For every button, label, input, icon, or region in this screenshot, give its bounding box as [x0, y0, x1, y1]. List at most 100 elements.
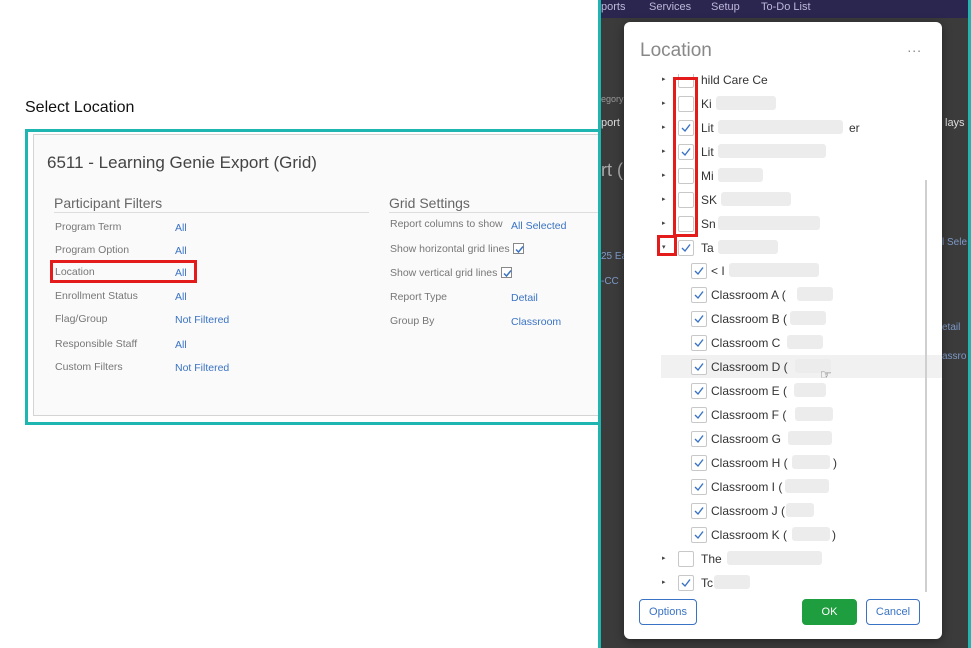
caret-right-icon[interactable]: ▸ — [662, 172, 670, 180]
nav-item-reports: ports — [601, 1, 626, 13]
checkmark-icon — [694, 507, 704, 516]
top-nav-bar: ports Services Setup To-Do List — [601, 0, 968, 18]
bg-fragment: -CC — [601, 276, 619, 287]
tree-child-row[interactable]: Classroom E ( — [624, 379, 926, 402]
caret-right-icon[interactable]: ▸ — [662, 148, 670, 156]
tree-row[interactable]: ▸ Mi — [624, 164, 926, 187]
expand-caret-highlight-box — [657, 235, 677, 256]
redacted-text — [716, 96, 776, 110]
checkmark-icon — [694, 435, 704, 444]
participant-filters-heading: Participant Filters — [54, 195, 163, 211]
filter-value-responsible-staff[interactable]: All — [175, 339, 187, 351]
bg-fragment: etail — [942, 322, 961, 333]
classroom-checkbox[interactable] — [691, 455, 707, 471]
location-checkbox[interactable] — [678, 551, 694, 567]
caret-right-icon[interactable]: ▸ — [662, 196, 670, 204]
tree-child-row[interactable]: Classroom A ( — [624, 283, 926, 306]
caret-right-icon[interactable]: ▸ — [662, 124, 670, 132]
grid-label-group-by: Group By — [390, 315, 435, 327]
classroom-checkbox[interactable] — [691, 311, 707, 327]
tree-child-row[interactable]: Classroom G — [624, 427, 926, 450]
checkmark-icon — [694, 411, 704, 420]
classroom-label: Classroom A ( — [711, 288, 786, 302]
tree-child-row[interactable]: Classroom H ( ) — [624, 451, 926, 474]
grid-value-group-by[interactable]: Classroom — [511, 316, 561, 328]
classroom-checkbox[interactable] — [691, 503, 707, 519]
tree-child-row[interactable]: Classroom C — [624, 331, 926, 354]
redacted-text — [794, 383, 826, 397]
location-label: Ki — [701, 97, 712, 111]
options-button[interactable]: Options — [639, 599, 697, 625]
nav-item-setup: Setup — [711, 1, 740, 13]
filter-value-program-option[interactable]: All — [175, 245, 187, 257]
grid-value-report-columns[interactable]: All Selected — [511, 220, 566, 232]
grid-label-report-columns: Report columns to show — [390, 218, 503, 230]
redacted-text — [718, 216, 820, 230]
tree-row[interactable]: ▸ SK — [624, 188, 926, 211]
filter-label-program-term: Program Term — [55, 221, 122, 233]
bg-fragment: assro — [942, 351, 967, 362]
grid-label-report-type: Report Type — [390, 291, 448, 303]
filter-value-program-term[interactable]: All — [175, 222, 187, 234]
location-label: The — [701, 552, 722, 566]
location-label: Sn — [701, 217, 716, 231]
tree-child-row[interactable]: < I — [624, 259, 926, 282]
caret-right-icon[interactable]: ▸ — [662, 220, 670, 228]
tree-child-row[interactable]: Classroom B ( — [624, 307, 926, 330]
caret-right-icon[interactable]: ▸ — [662, 579, 670, 587]
tree-row[interactable]: ▸ Lit — [624, 140, 926, 163]
classroom-checkbox[interactable] — [691, 383, 707, 399]
classroom-checkbox[interactable] — [691, 527, 707, 543]
horizontal-lines-checkbox[interactable] — [513, 243, 524, 254]
filter-label-responsible-staff: Responsible Staff — [55, 338, 138, 350]
vertical-lines-checkbox[interactable] — [501, 267, 512, 278]
classroom-label: Classroom D ( — [711, 360, 788, 374]
tree-row[interactable]: ▸ Tc — [624, 571, 926, 594]
filter-value-flag-group[interactable]: Not Filtered — [175, 314, 229, 326]
location-label-suffix: er — [849, 121, 860, 135]
tree-child-row[interactable]: Classroom F ( — [624, 403, 926, 426]
redacted-text — [786, 503, 814, 517]
classroom-checkbox[interactable] — [691, 335, 707, 351]
checkmark-icon — [694, 483, 704, 492]
bg-fragment: l Sele — [942, 237, 968, 248]
cancel-button[interactable]: Cancel — [866, 599, 920, 625]
filter-value-enrollment-status[interactable]: All — [175, 291, 187, 303]
location-checkbox[interactable] — [678, 240, 694, 256]
classroom-checkbox[interactable] — [691, 263, 707, 279]
tree-child-row-hovered[interactable]: Classroom D ( — [661, 355, 942, 378]
caret-right-icon[interactable]: ▸ — [662, 76, 670, 84]
classroom-label: Classroom E ( — [711, 384, 788, 398]
location-checkbox[interactable] — [678, 575, 694, 591]
more-options-icon[interactable]: ... — [907, 39, 922, 55]
tree-scrollbar[interactable] — [925, 180, 927, 592]
caret-right-icon[interactable]: ▸ — [662, 100, 670, 108]
caret-right-icon[interactable]: ▸ — [662, 555, 670, 563]
tree-row[interactable]: ▸ Ki — [624, 92, 926, 115]
tree-row[interactable]: ▸ The — [624, 547, 926, 570]
tree-row[interactable]: ▸ Sn — [624, 212, 926, 235]
grid-value-report-type[interactable]: Detail — [511, 292, 538, 304]
filter-label-flag-group: Flag/Group — [55, 313, 108, 325]
classroom-checkbox[interactable] — [691, 359, 707, 375]
checkmark-icon — [515, 246, 524, 254]
location-label: Lit — [701, 121, 714, 135]
filter-label-custom-filters: Custom Filters — [55, 361, 123, 373]
redacted-text — [788, 431, 832, 445]
redacted-text — [797, 287, 833, 301]
filter-label-enrollment-status: Enrollment Status — [55, 290, 138, 302]
tree-row[interactable]: ▸ hild Care Ce — [624, 74, 926, 91]
ok-button[interactable]: OK — [802, 599, 857, 625]
redacted-text — [787, 335, 823, 349]
classroom-checkbox[interactable] — [691, 479, 707, 495]
tree-child-row[interactable]: Classroom J ( — [624, 499, 926, 522]
filter-value-custom-filters[interactable]: Not Filtered — [175, 362, 229, 374]
classroom-checkbox[interactable] — [691, 287, 707, 303]
tree-row[interactable]: ▸ Lit er — [624, 116, 926, 139]
filter-label-program-option: Program Option — [55, 244, 130, 256]
tree-child-row[interactable]: Classroom K ( ) — [624, 523, 926, 546]
tree-child-row[interactable]: Classroom I ( — [624, 475, 926, 498]
classroom-checkbox[interactable] — [691, 431, 707, 447]
checkmark-icon — [694, 531, 704, 540]
classroom-checkbox[interactable] — [691, 407, 707, 423]
